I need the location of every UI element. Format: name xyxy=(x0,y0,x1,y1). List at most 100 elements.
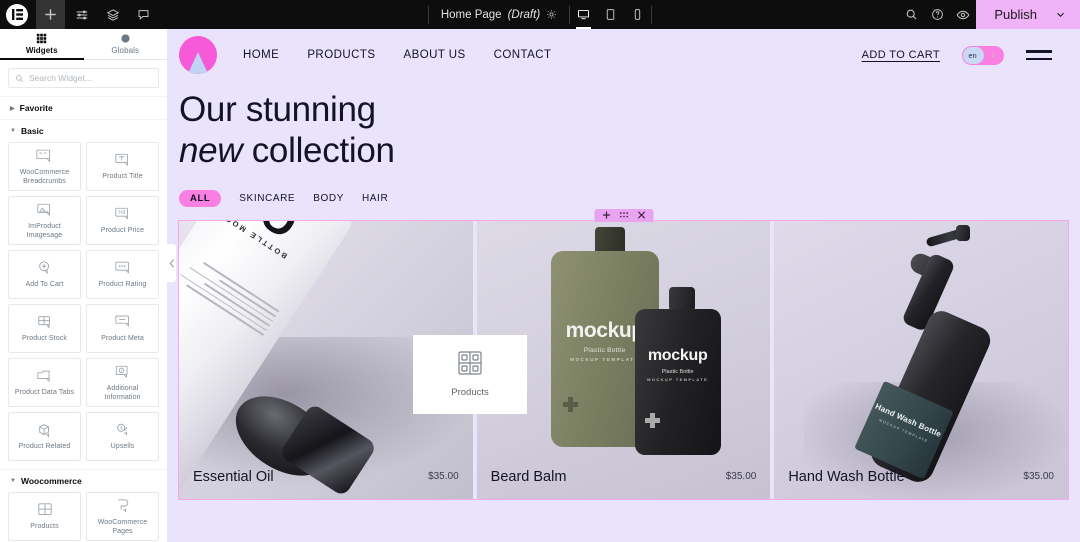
section-header-woocommerce[interactable]: ▼ Woocommerce xyxy=(0,469,167,492)
widget-card[interactable]: Product Related xyxy=(8,412,81,461)
title-icon xyxy=(115,151,130,169)
info-icon xyxy=(115,363,130,381)
nav-item-contact[interactable]: CONTACT xyxy=(494,49,552,61)
help-button[interactable] xyxy=(924,0,950,29)
language-toggle[interactable]: en fr xyxy=(962,45,1004,65)
layers-button[interactable] xyxy=(98,0,127,29)
editor-body: Widgets Globals Search Widget... ▶ Favor… xyxy=(0,29,1080,542)
filter-hair[interactable]: HAIR xyxy=(362,193,388,204)
cart-plus-icon xyxy=(37,259,53,277)
navigator-button[interactable] xyxy=(67,0,96,29)
hamburger-icon[interactable] xyxy=(1026,50,1052,60)
filter-all[interactable]: ALL xyxy=(179,189,222,207)
preview-button[interactable] xyxy=(950,0,976,29)
widget-card[interactable]: Add To Cart xyxy=(8,250,81,299)
widget-card[interactable]: Product Meta xyxy=(86,304,159,353)
widget-list[interactable]: ▶ Favorite ▼ Basic WooCommerce Breadcrum… xyxy=(0,96,167,542)
close-icon[interactable] xyxy=(637,211,645,219)
chevron-down-icon: ▼ xyxy=(10,128,16,134)
product-art-text-2: mockup xyxy=(647,346,708,364)
widget-label: ImProduct Imagesage xyxy=(26,223,63,239)
widget-card[interactable]: $ Upsells xyxy=(86,412,159,461)
widget-card[interactable]: WooCommerce Pages xyxy=(86,492,159,541)
section-header-basic[interactable]: ▼ Basic xyxy=(0,119,167,142)
page-canvas[interactable]: HOME PRODUCTS ABOUT US CONTACT ADD TO CA… xyxy=(167,29,1080,542)
globe-icon xyxy=(120,33,131,44)
product-card[interactable]: Hand Wash Bottle MOCKUP TEMPLATE Hand Wa… xyxy=(774,220,1068,499)
search-icon xyxy=(15,74,24,83)
language-fr[interactable]: fr xyxy=(983,51,1004,60)
gear-icon[interactable] xyxy=(546,9,557,20)
products-grid[interactable]: OIL BOTTLE MOCKUP Essential Oil $35.00 xyxy=(178,219,1069,500)
widget-card[interactable]: WooCommerce Breadcrumbs xyxy=(8,142,81,191)
hero-line-1: Our stunning xyxy=(179,90,376,129)
panel-collapse-button[interactable] xyxy=(167,244,176,282)
elementor-logo-icon[interactable] xyxy=(6,3,28,26)
page-state: (Draft) xyxy=(507,8,541,21)
device-desktop-button[interactable] xyxy=(570,0,597,29)
drag-preview-products-widget[interactable]: Products xyxy=(413,334,527,414)
chevron-right-icon: ▶ xyxy=(10,105,15,112)
product-art-subtext2-2: MOCKUP TEMPLATE xyxy=(647,376,709,382)
image-icon xyxy=(37,201,52,219)
section-title: Woocommerce xyxy=(20,476,82,486)
product-art-subtext-2: Plastic Bottle xyxy=(661,368,694,375)
products-grid-wrapper: OIL BOTTLE MOCKUP Essential Oil $35.00 xyxy=(178,208,1069,500)
language-en[interactable]: en xyxy=(962,51,983,60)
widget-card[interactable]: ImProduct Imagesage xyxy=(8,196,81,245)
widget-label: Additional Information xyxy=(104,385,141,401)
widget-label: Products xyxy=(30,523,59,531)
plus-icon[interactable] xyxy=(602,211,610,219)
section-header-favorite[interactable]: ▶ Favorite xyxy=(0,96,167,119)
filter-skincare[interactable]: SKINCARE xyxy=(239,193,295,204)
widget-card[interactable]: Product Rating xyxy=(86,250,159,299)
widget-grid-woocommerce: Products WooCommerce Pages WOO xyxy=(0,492,167,542)
device-mobile-button[interactable] xyxy=(624,0,651,29)
page-title-chip[interactable]: Home Page (Draft) xyxy=(429,0,569,29)
product-footer: Beard Balm $35.00 xyxy=(477,455,771,499)
search-widget-box[interactable] xyxy=(8,68,159,88)
widget-card[interactable]: Product Data Tabs xyxy=(8,358,81,407)
widget-label: Product Title xyxy=(102,173,143,181)
nav-item-products[interactable]: PRODUCTS xyxy=(307,49,375,61)
device-tablet-button[interactable] xyxy=(597,0,624,29)
search-button[interactable] xyxy=(898,0,924,29)
breadcrumbs-icon xyxy=(36,147,53,165)
widget-card[interactable]: Product Stock xyxy=(8,304,81,353)
nav-item-about-us[interactable]: ABOUT US xyxy=(403,49,465,61)
publish-button[interactable]: Publish xyxy=(976,0,1080,29)
device-switcher xyxy=(570,0,651,29)
search-input[interactable] xyxy=(29,73,152,83)
meta-icon xyxy=(114,313,131,331)
tab-widgets[interactable]: Widgets xyxy=(0,29,84,60)
stock-icon xyxy=(37,313,53,331)
header-right: ADD TO CART en fr xyxy=(862,45,1052,65)
widget-label: Product Data Tabs xyxy=(14,389,75,397)
widget-label: WooCommerce Breadcrumbs xyxy=(19,169,70,185)
section-toolbar[interactable] xyxy=(594,208,653,222)
section-title: Basic xyxy=(20,126,44,136)
related-icon xyxy=(37,421,53,439)
upsells-icon: $ xyxy=(115,421,131,439)
section-title: Favorite xyxy=(19,103,53,113)
widget-card[interactable]: 36$ Product Price xyxy=(86,196,159,245)
drag-handle-icon[interactable] xyxy=(619,211,628,219)
brand-logo[interactable] xyxy=(179,36,217,74)
add-element-button[interactable] xyxy=(36,0,65,29)
products-grid-icon xyxy=(457,350,483,376)
product-price: $35.00 xyxy=(1023,471,1054,483)
chevron-down-icon[interactable] xyxy=(1055,9,1066,20)
widget-card[interactable]: Product Title xyxy=(86,142,159,191)
widget-label: Product Meta xyxy=(101,335,144,343)
tab-globals[interactable]: Globals xyxy=(84,29,168,59)
add-to-cart-link[interactable]: ADD TO CART xyxy=(862,49,940,61)
product-price: $35.00 xyxy=(725,471,757,483)
editor-topbar: Home Page (Draft) Publish xyxy=(0,0,1080,29)
price-icon: 36$ xyxy=(115,205,130,223)
filter-body[interactable]: BODY xyxy=(313,193,344,204)
site-header: HOME PRODUCTS ABOUT US CONTACT ADD TO CA… xyxy=(167,29,1080,81)
comment-button[interactable] xyxy=(129,0,158,29)
nav-item-home[interactable]: HOME xyxy=(243,49,279,61)
widget-card[interactable]: Additional Information xyxy=(86,358,159,407)
widget-card[interactable]: Products xyxy=(8,492,81,541)
